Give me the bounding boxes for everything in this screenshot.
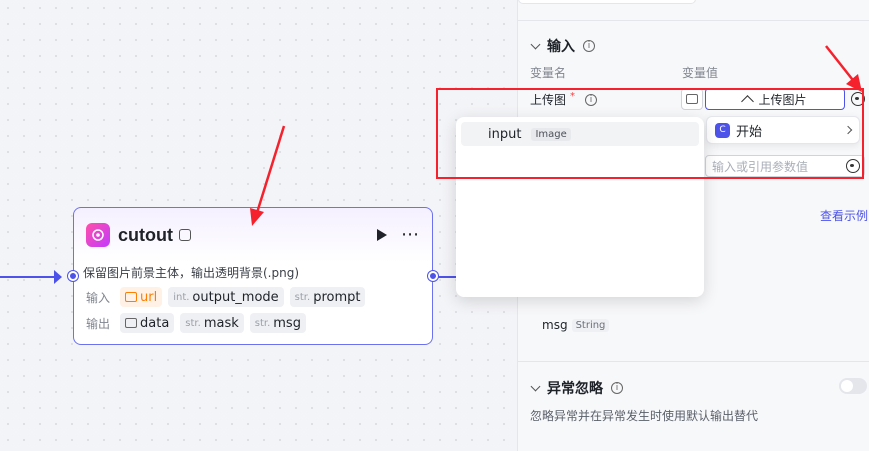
image-type-icon xyxy=(125,318,137,328)
chevron-down-icon[interactable] xyxy=(530,39,541,49)
exception-ignore-header[interactable]: 异常忽略 i xyxy=(530,378,623,398)
panel-top-tab[interactable] xyxy=(518,0,696,4)
view-example-link[interactable]: 查看示例 xyxy=(820,207,868,224)
image-type-icon xyxy=(125,292,137,302)
incoming-edge xyxy=(0,276,60,278)
plugin-badge-icon xyxy=(178,229,191,241)
output-variable-row: msg String xyxy=(542,318,610,332)
column-header-name: 变量名 xyxy=(530,66,567,80)
annotation-arrow xyxy=(825,45,862,92)
run-node-icon[interactable] xyxy=(377,229,387,241)
input-param-tag: url xyxy=(120,287,163,307)
output-param-tag: data xyxy=(120,313,175,333)
output-type-tag: String xyxy=(571,318,610,332)
input-section-header[interactable]: 输入 i xyxy=(530,36,595,56)
annotation-arrow xyxy=(250,125,286,226)
column-header-value: 变量值 xyxy=(682,66,719,80)
node-inputs-row: 输入 url int. output_mode str. prompt xyxy=(86,287,366,307)
panel-top-bar xyxy=(518,0,869,21)
node-outputs-row: 输出 data str. mask str. msg xyxy=(86,313,306,333)
exception-ignore-description: 忽略异常并在异常发生时使用默认输出替代 xyxy=(530,409,759,423)
info-icon[interactable]: i xyxy=(583,40,595,52)
node-title: cutout xyxy=(118,224,173,245)
output-param-tag: str. mask xyxy=(180,313,244,333)
input-port[interactable] xyxy=(68,271,78,281)
inputs-label: 输入 xyxy=(86,290,111,305)
outputs-label: 输出 xyxy=(86,316,111,331)
info-icon[interactable]: i xyxy=(611,382,623,394)
input-param-tag: int. output_mode xyxy=(168,287,284,307)
more-options-icon[interactable]: ⋯ xyxy=(401,226,420,244)
exception-ignore-toggle[interactable] xyxy=(839,378,867,394)
incoming-edge-arrow xyxy=(54,270,62,284)
output-param-tag: str. msg xyxy=(249,313,306,333)
outgoing-edge xyxy=(436,276,458,278)
chevron-down-icon[interactable] xyxy=(530,381,541,391)
input-param-tag: str. prompt xyxy=(289,287,366,307)
cutout-plugin-icon xyxy=(86,223,110,247)
section-divider xyxy=(518,361,869,362)
node-description: 保留图片前景主体，输出透明背景(.png) xyxy=(83,266,300,280)
output-port[interactable] xyxy=(428,271,438,281)
annotation-highlight-box xyxy=(436,88,864,179)
